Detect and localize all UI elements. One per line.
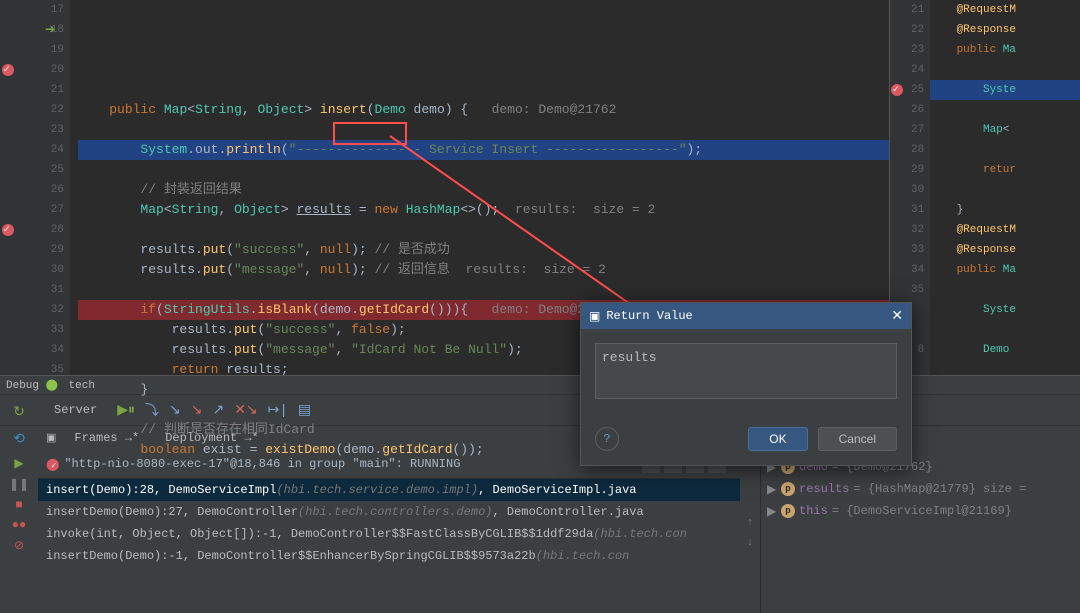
thread-bp-icon: ⬤✓ bbox=[46, 457, 57, 472]
side-buttons-top: ↻ bbox=[0, 399, 38, 421]
dialog-title: Return Value bbox=[606, 309, 692, 323]
editor-area: 1718➔1920212223242526272829303132333435 … bbox=[0, 0, 1080, 375]
cancel-button[interactable]: Cancel bbox=[818, 427, 897, 451]
dialog-body: results bbox=[581, 329, 911, 417]
frames-scroll: ↑ ↓ bbox=[740, 450, 760, 613]
bug-icon: ⬤ bbox=[46, 380, 58, 392]
pause-icon[interactable]: ❚❚ bbox=[9, 477, 29, 492]
frame-row[interactable]: insertDemo(Demo):-1, DemoController$$Enh… bbox=[38, 545, 740, 567]
lower-panels: ▶ ❚❚ ■ ●● ⊘ ⬤✓ "http-nio-8080-exec-17"@1… bbox=[0, 450, 1080, 613]
variable-row[interactable]: ▶p results = {HashMap@21779} size = bbox=[767, 478, 1074, 500]
side-buttons-2: ⟲ bbox=[0, 428, 38, 448]
frame-row[interactable]: insert(Demo):28, DemoServiceImpl (hbi.te… bbox=[38, 479, 740, 501]
frames-panel: ⬤✓ "http-nio-8080-exec-17"@18,846 in gro… bbox=[38, 450, 740, 613]
dialog-icon: ▣ bbox=[589, 309, 600, 324]
scroll-down-icon[interactable]: ↓ bbox=[747, 537, 754, 549]
update-icon[interactable]: ⟲ bbox=[10, 430, 28, 448]
side-buttons-bottom: ▶ ❚❚ ■ ●● ⊘ bbox=[0, 450, 38, 613]
return-value-dialog: ▣ Return Value ✕ results ? OK Cancel bbox=[580, 302, 912, 466]
scroll-up-icon[interactable]: ↑ bbox=[747, 517, 754, 529]
dialog-title-bar[interactable]: ▣ Return Value ✕ bbox=[581, 303, 911, 329]
stop-icon[interactable]: ■ bbox=[15, 498, 22, 512]
ok-button[interactable]: OK bbox=[748, 427, 807, 451]
variable-row[interactable]: ▶p this = {DemoServiceImpl@21169} bbox=[767, 500, 1074, 522]
frames-list[interactable]: insert(Demo):28, DemoServiceImpl (hbi.te… bbox=[38, 479, 740, 567]
code-right[interactable]: @RequestM @Response public Ma Syste Map<… bbox=[930, 0, 1080, 375]
variables-panel[interactable]: ▶p demo = {Demo@21762}▶p results = {Hash… bbox=[760, 450, 1080, 613]
close-icon[interactable]: ✕ bbox=[891, 308, 903, 325]
gutter-left[interactable]: 1718➔1920212223242526272829303132333435 bbox=[0, 0, 70, 375]
frame-row[interactable]: invoke(int, Object, Object[]):-1, DemoCo… bbox=[38, 523, 740, 545]
frames-window-icon: ▣ bbox=[46, 431, 56, 445]
mute-bp-icon[interactable]: ⊘ bbox=[14, 538, 24, 553]
frame-row[interactable]: insertDemo(Demo):27, DemoController (hbi… bbox=[38, 501, 740, 523]
breakpoints-icon[interactable]: ●● bbox=[12, 518, 26, 532]
help-icon[interactable]: ? bbox=[595, 427, 619, 451]
dialog-buttons: ? OK Cancel bbox=[581, 417, 911, 465]
right-editor-pane: 2122232425262728293031323334358 @Request… bbox=[889, 0, 1080, 375]
expression-input[interactable]: results bbox=[595, 343, 897, 399]
resume-program-icon[interactable]: ▶ bbox=[14, 456, 23, 471]
rerun-icon[interactable]: ↻ bbox=[10, 403, 28, 421]
